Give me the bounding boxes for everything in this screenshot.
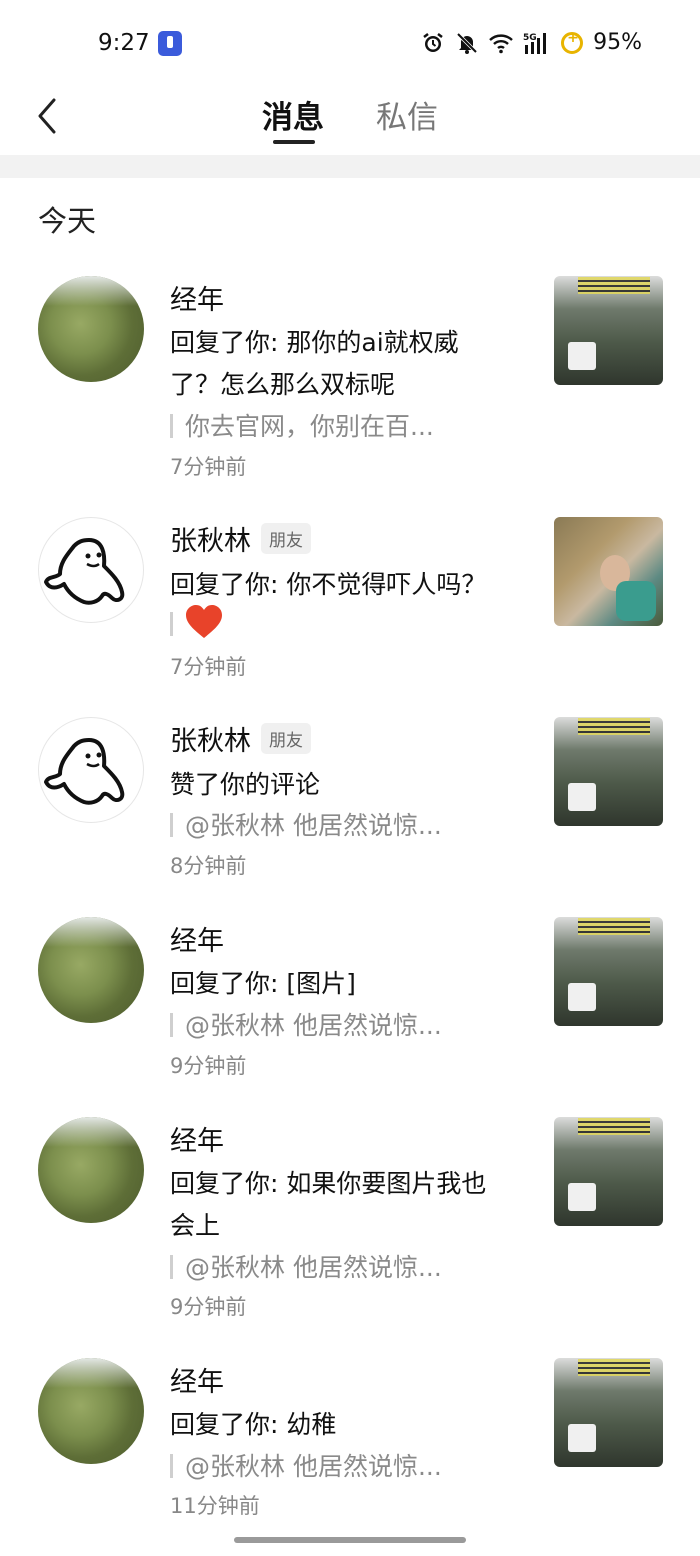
farm-video-thumbnail[interactable] (554, 276, 663, 385)
quote-bar (170, 612, 173, 636)
ghost-doodle-icon (44, 538, 125, 605)
friend-badge: 朋友 (261, 723, 311, 754)
avatar-ghost-doodle-icon[interactable] (38, 517, 144, 623)
avatar-ghost-doodle-icon[interactable] (38, 717, 144, 823)
battery-percent: 95% (593, 30, 642, 55)
reply-text-line-2: 了？怎么那么双标呢 (170, 370, 396, 399)
quoted-text: @张秋林 他居然说惊... (185, 1253, 442, 1282)
section-title-today: 今天 (38, 204, 97, 238)
status-icons: 5G 95% (421, 30, 642, 55)
quote-bar (170, 1454, 173, 1478)
timestamp: 7分钟前 (170, 455, 247, 479)
user-name[interactable]: 经年 (170, 1119, 224, 1158)
reply-text-line-1: 回复了你: 如果你要图片我也 (170, 1169, 487, 1198)
people-photo-thumbnail[interactable] (554, 517, 663, 626)
timestamp: 7分钟前 (170, 655, 247, 679)
friend-badge: 朋友 (261, 523, 311, 554)
status-bar: 9:27 5G 95% (0, 0, 700, 88)
app-notification-icon (158, 31, 182, 56)
quoted-text: @张秋林 他居然说惊... (185, 1011, 442, 1040)
timestamp: 11分钟前 (170, 1494, 260, 1518)
quoted-comment: @张秋林 他居然说惊... (170, 1248, 442, 1284)
section-divider (0, 155, 700, 178)
farm-video-thumbnail[interactable] (554, 717, 663, 826)
avatar-tree-icon[interactable] (38, 917, 144, 1023)
user-name[interactable]: 经年 (170, 278, 224, 317)
farm-video-thumbnail[interactable] (554, 917, 663, 1026)
red-heart-icon (186, 605, 222, 638)
tab-private-messages[interactable]: 私信 (376, 92, 438, 137)
quote-bar (170, 813, 173, 837)
quoted-comment: 你去官网，你别在百... (170, 407, 434, 443)
quoted-text: 你去官网，你别在百... (185, 412, 434, 441)
quoted-comment: @张秋林 他居然说惊... (170, 1447, 442, 1483)
tab-messages[interactable]: 消息 (262, 92, 324, 137)
reply-text-line-2: 会上 (170, 1211, 221, 1240)
alarm-icon (423, 32, 443, 52)
reply-text-line-1: 回复了你: 你不觉得吓人吗？ (170, 570, 487, 599)
back-arrow-icon[interactable] (34, 94, 64, 138)
reply-text-line-1: 回复了你: [图片] (170, 969, 356, 998)
quoted-comment: @张秋林 他居然说惊... (170, 806, 442, 842)
quoted-text: @张秋林 他居然说惊... (185, 1452, 442, 1481)
user-name[interactable]: 经年 (170, 1360, 224, 1399)
signal-5g-icon: 5G (523, 32, 547, 54)
reply-text-line-1: 赞了你的评论 (170, 770, 321, 799)
user-name[interactable]: 张秋林 (170, 519, 251, 558)
user-name[interactable]: 经年 (170, 919, 224, 958)
quote-bar (170, 1013, 173, 1037)
home-indicator[interactable] (234, 1537, 466, 1543)
network-label: 5G (523, 33, 537, 43)
active-tab-indicator (273, 140, 315, 144)
quote-bar (170, 414, 173, 438)
quoted-text: @张秋林 他居然说惊... (185, 811, 442, 840)
wifi-icon (489, 33, 513, 53)
avatar-tree-icon[interactable] (38, 1358, 144, 1464)
farm-video-thumbnail[interactable] (554, 1358, 663, 1467)
quoted-comment: @张秋林 他居然说惊... (170, 1006, 442, 1042)
ghost-doodle-icon (44, 738, 125, 805)
reply-text-line-1: 回复了你: 幼稚 (170, 1410, 337, 1439)
status-time: 9:27 (98, 30, 150, 56)
top-nav: 消息 私信 (0, 88, 700, 154)
avatar-tree-icon[interactable] (38, 1117, 144, 1223)
bell-muted-icon (456, 32, 478, 54)
timestamp: 8分钟前 (170, 854, 247, 878)
timestamp: 9分钟前 (170, 1054, 247, 1078)
farm-video-thumbnail[interactable] (554, 1117, 663, 1226)
reply-text-line-1: 回复了你: 那你的ai就权威 (170, 328, 459, 357)
quoted-comment (170, 605, 223, 639)
avatar-tree-icon[interactable] (38, 276, 144, 382)
user-name[interactable]: 张秋林 (170, 719, 251, 758)
timestamp: 9分钟前 (170, 1295, 247, 1319)
quote-bar (170, 1255, 173, 1279)
battery-saver-icon (561, 30, 584, 54)
